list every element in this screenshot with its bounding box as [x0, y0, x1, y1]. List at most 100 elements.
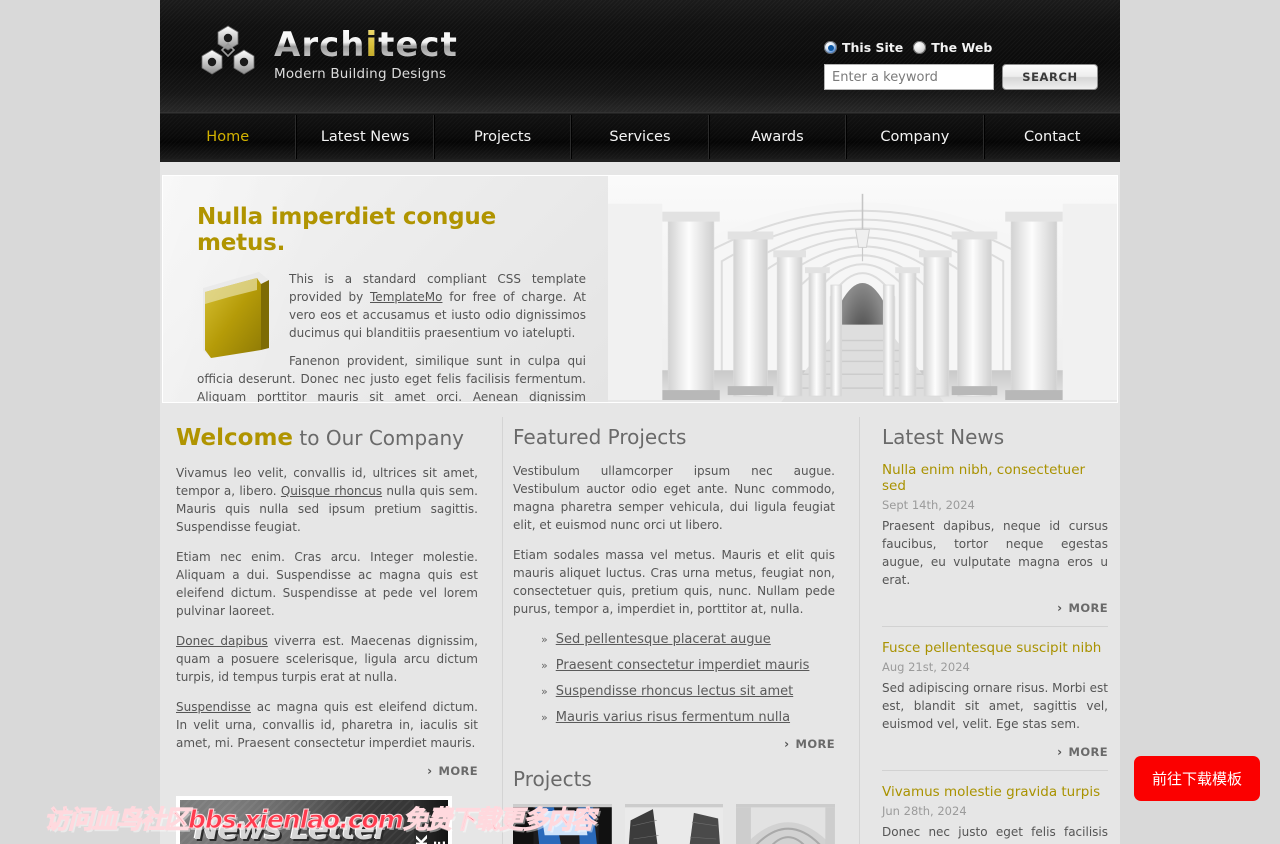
news-more-link-2[interactable]: › MORE	[882, 745, 1108, 759]
welcome-paragraph-1: Vivamus leo velit, convallis id, ultrice…	[176, 464, 478, 536]
featured-projects-heading: Featured Projects	[513, 425, 687, 449]
project-thumb-1[interactable]	[513, 804, 612, 844]
logo-title-post: tect	[378, 25, 458, 65]
radio-this-site[interactable]: This Site	[824, 40, 903, 55]
column-latest-news: Latest News Nulla enim nibh, consectetue…	[860, 417, 1118, 844]
donec-dapibus-link[interactable]: Donec dapibus	[176, 634, 268, 648]
list-item[interactable]: » Suspendisse rhoncus lectus sit amet	[513, 684, 835, 699]
hex-nuts-logo-icon	[201, 25, 255, 75]
featured-more-label: MORE	[795, 737, 835, 751]
arched-corridor-thumbnail-icon	[736, 807, 836, 844]
double-chevron-bullet-icon: »	[541, 659, 548, 672]
featured-link-4[interactable]: Mauris varius risus fermentum nulla	[556, 710, 790, 725]
search-scope-radios: This Site The Web	[810, 40, 1120, 55]
list-item[interactable]: » Praesent consectetur imperdiet mauris	[513, 658, 835, 673]
column-welcome: Welcome to Our Company Vivamus leo velit…	[162, 417, 502, 844]
hero-text-area: Nulla imperdiet congue metus. This is a …	[163, 176, 608, 402]
search-block: This Site The Web SEARCH	[810, 40, 1120, 90]
news-date-3: Jun 28th, 2024	[882, 804, 967, 818]
site-wrapper: Architect Modern Building Designs This S…	[160, 0, 1120, 844]
news-item-2: Fusce pellentesque suscipit nibh Aug 21s…	[882, 626, 1108, 770]
logo-tagline: Modern Building Designs	[274, 66, 447, 82]
logo-title-gold-i: i	[365, 25, 379, 65]
radio-the-web-dot[interactable]	[913, 41, 927, 54]
search-button[interactable]: SEARCH	[1002, 64, 1098, 90]
welcome-more-link[interactable]: › MORE	[176, 764, 478, 778]
featured-more-link[interactable]: › MORE	[513, 737, 835, 751]
newsletter-banner[interactable]: News Letter Sign Up CLICK HERE	[176, 796, 452, 844]
twin-towers-thumbnail-icon	[624, 807, 724, 844]
news-title-2[interactable]: Fusce pellentesque suscipit nibh	[882, 640, 1108, 656]
list-item[interactable]: » Sed pellentesque placerat augue	[513, 632, 835, 647]
news-date-2: Aug 21st, 2024	[882, 660, 970, 674]
chevron-right-icon: ›	[784, 737, 790, 751]
double-chevron-bullet-icon: »	[541, 711, 548, 724]
nav-item-company[interactable]: Company	[846, 115, 984, 159]
radio-the-web-label: The Web	[931, 40, 993, 55]
nav-item-projects[interactable]: Projects	[433, 115, 572, 159]
news-body-1: Praesent dapibus, neque id cursus faucib…	[882, 519, 1108, 587]
project-thumb-3[interactable]	[736, 804, 836, 844]
news-title-3[interactable]: Vivamus molestie gravida turpis	[882, 784, 1108, 800]
arched-corridor-image	[608, 176, 1117, 402]
download-template-button[interactable]: 前往下载模板	[1133, 756, 1260, 801]
news-title-1[interactable]: Nulla enim nibh, consectetuer sed	[882, 462, 1108, 494]
radio-this-site-label: This Site	[842, 40, 904, 55]
news-more-label-2: MORE	[1068, 745, 1108, 759]
hero-heading: Nulla imperdiet congue metus.	[197, 204, 496, 256]
news-item-1: Nulla enim nibh, consectetuer sed Sept 1…	[882, 462, 1108, 626]
news-more-label-1: MORE	[1068, 601, 1108, 615]
featured-link-3[interactable]: Suspendisse rhoncus lectus sit amet	[556, 684, 793, 699]
latest-news-heading: Latest News	[882, 425, 1005, 449]
hero-paragraph-2: Fanenon provident, similique sunt in cul…	[197, 354, 586, 403]
site-header: Architect Modern Building Designs This S…	[160, 0, 1120, 115]
newsletter-click-here-tab[interactable]: CLICK HERE	[413, 800, 448, 844]
welcome-paragraph-2: Etiam nec enim. Cras arcu. Integer moles…	[176, 550, 478, 618]
nav-item-home[interactable]: Home	[160, 115, 297, 159]
news-date-1: Sept 14th, 2024	[882, 498, 975, 512]
news-item-3: Vivamus molestie gravida turpis Jun 28th…	[882, 770, 1108, 844]
nav-item-services[interactable]: Services	[571, 115, 709, 159]
featured-link-1[interactable]: Sed pellentesque placerat augue	[556, 632, 771, 647]
page-root: Architect Modern Building Designs This S…	[0, 0, 1280, 844]
quisque-rhoncus-link[interactable]: Quisque rhoncus	[281, 484, 382, 498]
double-chevron-bullet-icon: »	[541, 685, 548, 698]
hero-banner: Nulla imperdiet congue metus. This is a …	[162, 175, 1118, 403]
radio-the-web[interactable]: The Web	[913, 40, 992, 55]
column-featured-projects: Featured Projects Vestibulum ullamcorper…	[502, 417, 860, 844]
welcome-heading: Welcome to Our Company	[176, 425, 478, 451]
chevron-right-icon: ›	[1057, 745, 1063, 759]
project-thumbnails	[513, 804, 836, 844]
hero-image	[608, 176, 1117, 402]
nav-item-latest-news[interactable]: Latest News	[296, 115, 434, 159]
nav-item-contact[interactable]: Contact	[983, 115, 1120, 159]
welcome-paragraph-3: Donec dapibus viverra est. Maecenas dign…	[176, 632, 478, 686]
nav-item-awards[interactable]: Awards	[708, 115, 847, 159]
featured-paragraph-1: Vestibulum ullamcorper ipsum nec augue. …	[513, 464, 835, 532]
blue-staircase-thumbnail-icon	[513, 807, 612, 844]
list-item[interactable]: » Mauris varius risus fermentum nulla	[513, 710, 835, 725]
banner-outer: Nulla imperdiet congue metus. This is a …	[160, 162, 1120, 403]
project-thumb-2[interactable]	[624, 804, 724, 844]
hero-paragraph-1: This is a standard compliant CSS templat…	[197, 270, 586, 342]
suspendisse-link[interactable]: Suspendisse	[176, 700, 251, 714]
newsletter-title: News Letter	[194, 812, 389, 844]
content-columns: Welcome to Our Company Vivamus leo velit…	[160, 403, 1120, 844]
search-row: SEARCH	[810, 64, 1120, 90]
chevron-right-icon: ›	[427, 764, 433, 778]
logo-title: Architect	[274, 28, 458, 62]
logo-text-block: Architect Modern Building Designs	[274, 24, 458, 82]
site-logo[interactable]: Architect Modern Building Designs	[198, 24, 458, 82]
news-more-link-1[interactable]: › MORE	[882, 601, 1108, 615]
logo-title-pre: Arch	[274, 25, 366, 65]
featured-paragraph-2: Etiam sodales massa vel metus. Mauris et…	[513, 548, 835, 616]
welcome-paragraph-4: Suspendisse ac magna quis est eleifend d…	[176, 698, 478, 752]
news-body-2: Sed adipiscing ornare risus. Morbi est e…	[882, 681, 1108, 731]
newsletter-tab-label: CLICK HERE	[413, 800, 448, 844]
featured-link-2[interactable]: Praesent consectetur imperdiet mauris	[556, 658, 810, 673]
search-input[interactable]	[824, 64, 994, 90]
templatemo-link[interactable]: TemplateMo	[370, 290, 442, 304]
welcome-heading-rest: to Our Company	[293, 426, 464, 450]
welcome-more-label: MORE	[438, 764, 478, 778]
radio-this-site-dot[interactable]	[824, 41, 837, 54]
